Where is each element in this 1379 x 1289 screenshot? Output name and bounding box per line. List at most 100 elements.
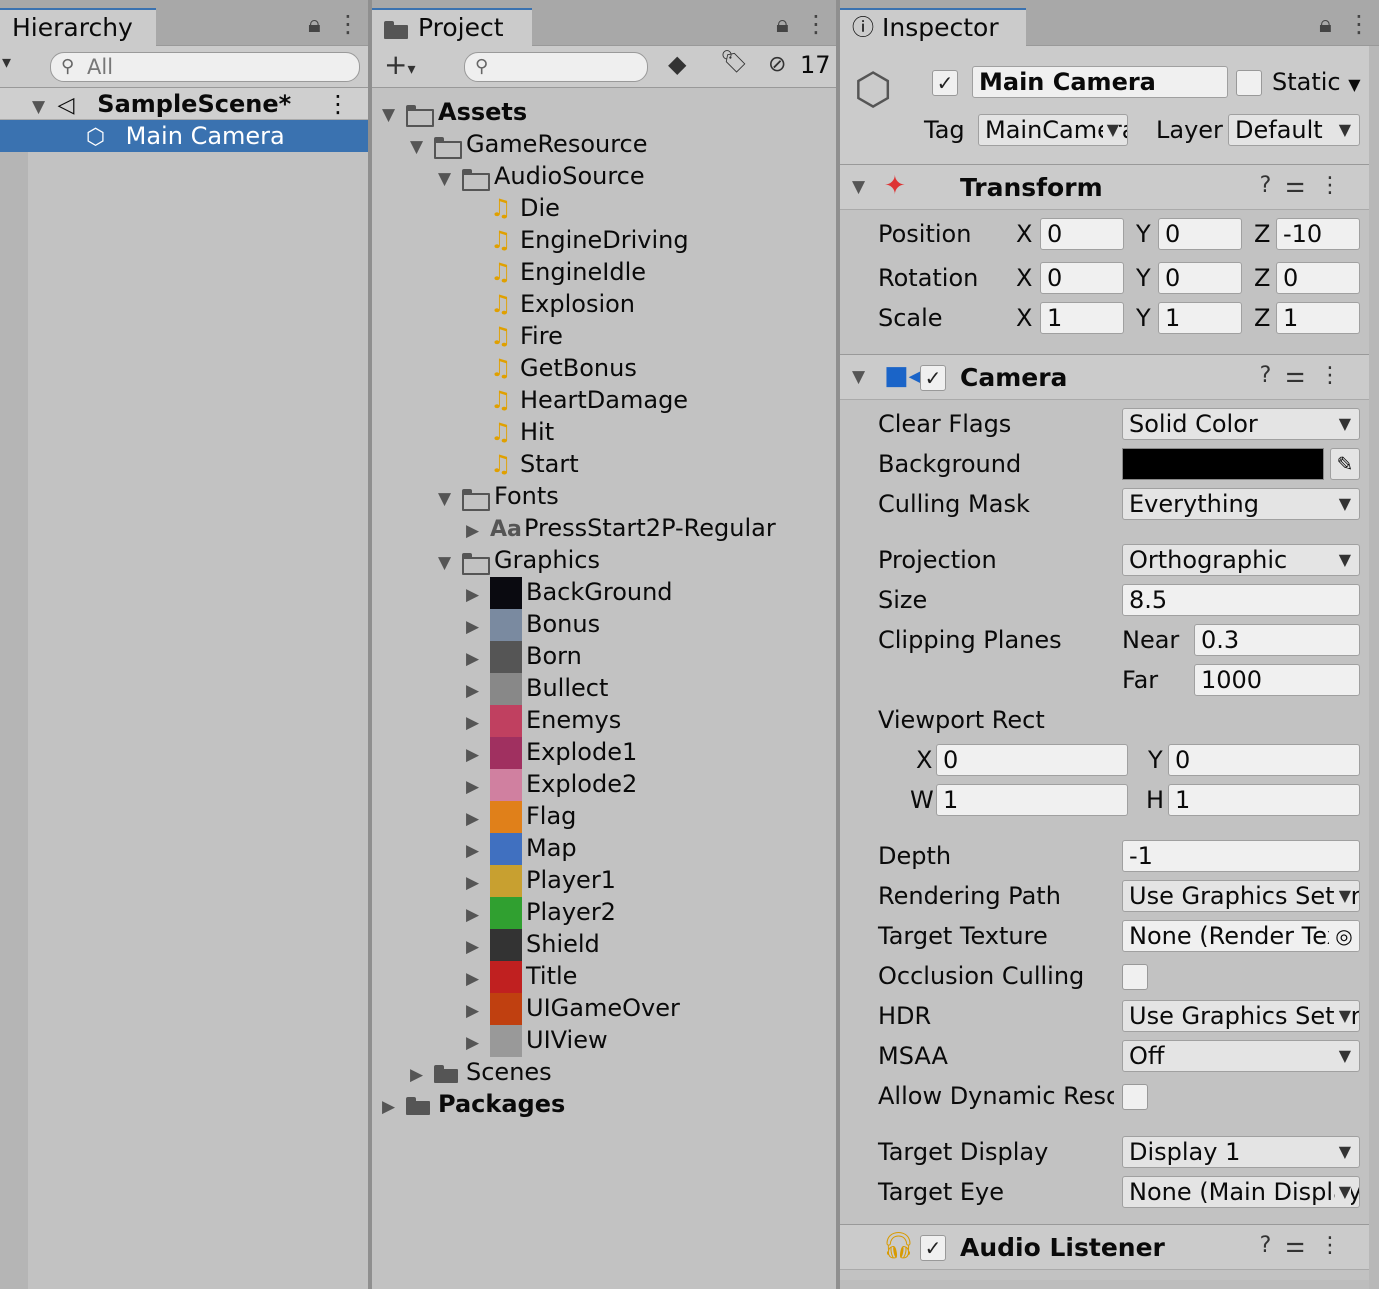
size-field[interactable]: 8.5 <box>1122 584 1360 616</box>
position-y-field[interactable]: 0 <box>1158 218 1242 250</box>
chevron-right-icon[interactable]: ▶ <box>466 867 484 899</box>
chevron-right-icon[interactable]: ▶ <box>466 707 484 739</box>
project-tree-item[interactable]: ▶ Bullect <box>372 672 836 707</box>
chevron-right-icon[interactable]: ▶ <box>466 515 484 547</box>
object-name-field[interactable]: Main Camera <box>972 66 1228 98</box>
scale-x-field[interactable]: 1 <box>1040 302 1124 334</box>
chevron-down-icon[interactable]: ▼ <box>410 131 428 163</box>
static-dropdown[interactable]: Static ▼ <box>1272 68 1361 96</box>
scale-z-field[interactable]: 1 <box>1276 302 1360 334</box>
project-tree-item[interactable]: ▶ Shield <box>372 928 836 963</box>
project-tree-item[interactable]: ▶ Explode2 <box>372 768 836 801</box>
project-tree-item[interactable]: ▶ BackGround <box>372 576 836 611</box>
project-tree-item[interactable]: ▶ Player2 <box>372 896 836 931</box>
project-tree-item[interactable]: ▶ Title <box>372 960 836 995</box>
project-tree-item[interactable]: ▶ UIGameOver <box>372 992 836 1025</box>
tab-project[interactable]: Project <box>372 8 532 46</box>
viewport-h-field[interactable]: 1 <box>1168 784 1360 816</box>
layer-dropdown[interactable]: Default ▼ <box>1228 114 1360 146</box>
project-search-input[interactable]: ⚲ <box>464 52 648 82</box>
chevron-right-icon[interactable]: ▶ <box>466 611 484 643</box>
chevron-right-icon[interactable]: ▶ <box>466 803 484 835</box>
chevron-down-icon[interactable]: ▼ <box>438 163 456 195</box>
more-icon[interactable]: ⋮ <box>804 10 828 38</box>
presets-icon[interactable]: ⚌ <box>1285 1233 1319 1258</box>
active-checkbox[interactable]: ✓ <box>932 70 958 96</box>
inspector-scrollbar[interactable] <box>1369 46 1379 1289</box>
project-tree-item[interactable]: ▶ Packages <box>372 1088 836 1120</box>
chevron-right-icon[interactable]: ▶ <box>382 1091 400 1123</box>
project-tree-item[interactable]: ▶ Flag <box>372 800 836 835</box>
more-icon[interactable]: ⋮ <box>1347 10 1371 38</box>
project-tree-item[interactable]: ♫ GetBonus <box>372 352 836 384</box>
camera-enabled-checkbox[interactable]: ✓ <box>920 365 946 391</box>
object-picker-icon[interactable]: ◎ <box>1329 921 1359 951</box>
help-icon[interactable]: ? <box>1260 363 1286 388</box>
rotation-x-field[interactable]: 0 <box>1040 262 1124 294</box>
scale-y-field[interactable]: 1 <box>1158 302 1242 334</box>
create-dropdown-icon[interactable]: ▾ <box>2 52 11 73</box>
chevron-right-icon[interactable]: ▶ <box>410 1059 428 1091</box>
viewport-x-field[interactable]: 0 <box>936 744 1128 776</box>
chevron-right-icon[interactable]: ▶ <box>466 675 484 707</box>
rotation-z-field[interactable]: 0 <box>1276 262 1360 294</box>
tab-hierarchy[interactable]: Hierarchy <box>0 8 156 46</box>
project-tree-item[interactable]: ♫ EngineDriving <box>372 224 836 256</box>
tag-dropdown[interactable]: MainCamera ▼ <box>978 114 1128 146</box>
depth-field[interactable]: -1 <box>1122 840 1360 872</box>
project-tree-item[interactable]: ▶ Player1 <box>372 864 836 899</box>
chevron-right-icon[interactable]: ▶ <box>466 899 484 931</box>
background-color-swatch[interactable] <box>1122 448 1324 480</box>
near-field[interactable]: 0.3 <box>1194 624 1360 656</box>
audio-listener-header[interactable]: 🎧︎ ✓ Audio Listener ?⚌⋮ <box>840 1224 1379 1270</box>
chevron-right-icon[interactable]: ▶ <box>466 963 484 995</box>
chevron-right-icon[interactable]: ▶ <box>466 643 484 675</box>
project-tree-item[interactable]: ▶ Explode1 <box>372 736 836 771</box>
project-tree-item[interactable]: ▶ Bonus <box>372 608 836 643</box>
eyedropper-icon[interactable]: ✎ <box>1330 448 1360 480</box>
transform-header[interactable]: ▼ ✦ Transform ?⚌⋮ <box>840 164 1379 210</box>
presets-icon[interactable]: ⚌ <box>1285 363 1319 388</box>
chevron-down-icon[interactable]: ▼ <box>438 483 456 515</box>
projection-dropdown[interactable]: Orthographic ▼ <box>1122 544 1360 576</box>
filter-by-type-icon[interactable]: ◆ <box>668 50 686 78</box>
project-tree-item[interactable]: ♫ Die <box>372 192 836 224</box>
help-icon[interactable]: ? <box>1260 1233 1286 1258</box>
project-tree-item[interactable]: ▶ Born <box>372 640 836 675</box>
project-tree-item[interactable]: ♫ EngineIdle <box>372 256 836 288</box>
chevron-down-icon[interactable]: ▼ <box>852 177 870 197</box>
help-icon[interactable]: ? <box>1260 173 1286 198</box>
rotation-y-field[interactable]: 0 <box>1158 262 1242 294</box>
project-tree-item[interactable]: ♫ Explosion <box>372 288 836 320</box>
hierarchy-item-main-camera[interactable]: ⬡ Main Camera <box>0 120 368 152</box>
scene-row[interactable]: ▼ ◁ SampleScene* ⋮ <box>0 88 368 120</box>
project-tree-item[interactable]: ♫ HeartDamage <box>372 384 836 416</box>
more-icon[interactable]: ⋮ <box>1319 173 1355 198</box>
hierarchy-search-input[interactable]: ⚲ All <box>50 52 360 82</box>
more-icon[interactable]: ⋮ <box>1319 1233 1355 1258</box>
project-tree-item[interactable]: ▼ Fonts <box>372 480 836 512</box>
clear-flags-dropdown[interactable]: Solid Color ▼ <box>1122 408 1360 440</box>
project-tree-item[interactable]: ▶ UIView <box>372 1024 836 1059</box>
lock-icon[interactable]: 🔒︎ <box>308 10 321 38</box>
rendering-path-dropdown[interactable]: Use Graphics Settings▼ <box>1122 880 1360 912</box>
camera-header[interactable]: ▼ ■◀ ✓ Camera ?⚌⋮ <box>840 354 1379 400</box>
target-display-dropdown[interactable]: Display 1 ▼ <box>1122 1136 1360 1168</box>
project-tree-item[interactable]: ▶ Enemys <box>372 704 836 739</box>
chevron-down-icon[interactable]: ▼ <box>852 367 870 387</box>
hidden-packages-icon[interactable]: ⊘ <box>768 52 786 77</box>
chevron-right-icon[interactable]: ▶ <box>466 739 484 771</box>
audio-listener-enabled-checkbox[interactable]: ✓ <box>920 1235 946 1261</box>
tab-inspector[interactable]: ⓘ Inspector <box>840 8 1026 46</box>
project-tree-item[interactable]: ♫ Hit <box>372 416 836 448</box>
msaa-dropdown[interactable]: Off ▼ <box>1122 1040 1360 1072</box>
position-x-field[interactable]: 0 <box>1040 218 1124 250</box>
chevron-right-icon[interactable]: ▶ <box>466 931 484 963</box>
chevron-down-icon[interactable]: ▼ <box>32 91 50 123</box>
viewport-y-field[interactable]: 0 <box>1168 744 1360 776</box>
target-texture-field[interactable]: None (Render Texture)◎ <box>1122 920 1360 952</box>
chevron-right-icon[interactable]: ▶ <box>466 579 484 611</box>
culling-mask-dropdown[interactable]: Everything ▼ <box>1122 488 1360 520</box>
chevron-right-icon[interactable]: ▶ <box>466 1027 484 1059</box>
far-field[interactable]: 1000 <box>1194 664 1360 696</box>
